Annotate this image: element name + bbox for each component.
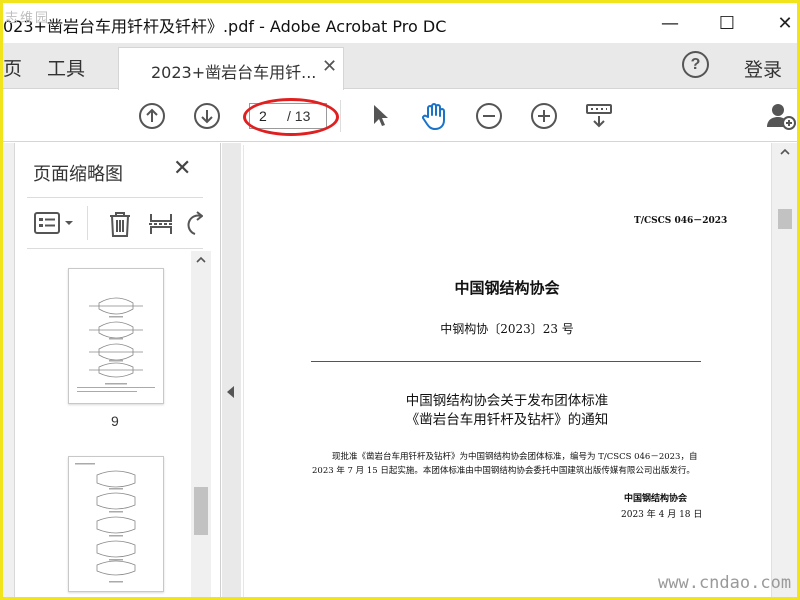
rotate-page-icon[interactable]	[187, 210, 204, 243]
left-strip	[3, 143, 15, 597]
tab-tools[interactable]: 工具	[47, 54, 85, 81]
organization-name: 中国钢结构协会	[454, 279, 560, 297]
thumbnail-scrollbar[interactable]	[191, 251, 211, 597]
page-thumbnail[interactable]	[68, 268, 164, 404]
scroll-up-icon[interactable]	[195, 255, 207, 265]
toolbar: / 13	[3, 90, 797, 142]
thumbnail-options-icon[interactable]	[33, 210, 77, 241]
toolbar-divider	[340, 100, 341, 132]
title-bar: 023+凿岩台车用钎杆及钎杆》.pdf - Adobe Acrobat Pro …	[3, 3, 797, 43]
delete-page-icon[interactable]	[107, 210, 133, 243]
panel-title: 页面缩略图	[33, 164, 123, 184]
minimize-button[interactable]: —	[647, 3, 693, 43]
select-cursor-icon[interactable]	[365, 101, 395, 131]
watermark-top: 志维园	[5, 11, 51, 26]
hand-tool-icon[interactable]	[419, 101, 449, 131]
thumbnail-scroll-thumb[interactable]	[194, 487, 208, 535]
extract-page-icon[interactable]	[147, 210, 175, 243]
panel-close-button[interactable]: ✕	[173, 155, 191, 181]
pdf-page: T/CSCS 046－2023 中国钢结构协会 中钢构协〔2023〕23 号 中…	[243, 145, 769, 597]
panel-tools-divider	[87, 206, 88, 240]
thumbnail-label: 9	[111, 413, 119, 429]
notice-signature: 中国钢结构协会	[624, 494, 688, 504]
zoom-in-icon[interactable]	[529, 101, 559, 131]
notice-body-line2: 2023 年 7 月 15 日起实施。本团体标准由中国钢结构协会委托中国建筑出版…	[312, 466, 695, 476]
tab-document[interactable]: 2023+凿岩台车用钎... ✕	[118, 47, 344, 90]
tab-bar: 页 工具 2023+凿岩台车用钎... ✕ ? 登录	[3, 43, 797, 90]
help-icon[interactable]: ?	[682, 51, 709, 78]
highlight-ellipse	[243, 98, 339, 136]
add-user-icon[interactable]	[766, 101, 796, 131]
site-watermark: www.cndao.com	[658, 573, 792, 593]
standard-code: T/CSCS 046－2023	[634, 216, 728, 226]
notice-heading-line1: 中国钢结构协会关于发布团体标准	[405, 393, 609, 409]
page-thumbnail[interactable]	[68, 456, 164, 592]
maximize-button[interactable]: ☐	[704, 3, 750, 43]
tab-home[interactable]: 页	[3, 54, 22, 81]
previous-page-icon[interactable]	[137, 101, 167, 131]
page-display-icon[interactable]	[584, 101, 614, 131]
panel-toolbar	[27, 197, 204, 249]
document-number: 中钢构协〔2023〕23 号	[440, 322, 574, 336]
thumbnail-panel: 页面缩略图 ✕ 9	[3, 143, 221, 597]
tab-close-button[interactable]: ✕	[322, 56, 337, 77]
tab-document-label: 2023+凿岩台车用钎...	[151, 63, 317, 82]
panel-collapse-bar[interactable]	[222, 143, 241, 597]
notice-date: 2023 年 4 月 18 日	[621, 510, 703, 520]
close-window-button[interactable]: ✕	[762, 3, 797, 43]
doc-scroll-up-icon[interactable]	[779, 147, 791, 157]
notice-body-line1: 现批准《凿岩台车用钎杆及钻杆》为中国钢结构协会团体标准，编号为 T/CSCS 0…	[332, 452, 698, 462]
document-scrollbar[interactable]	[771, 143, 797, 597]
window-title: 023+凿岩台车用钎杆及钎杆》.pdf - Adobe Acrobat Pro …	[3, 17, 447, 36]
collapse-panel-icon[interactable]	[227, 386, 234, 398]
thumbnail-list: 9	[15, 251, 191, 597]
app-window: 023+凿岩台车用钎杆及钎杆》.pdf - Adobe Acrobat Pro …	[0, 0, 800, 600]
next-page-icon[interactable]	[192, 101, 222, 131]
heading-rule	[311, 361, 701, 362]
login-button[interactable]: 登录	[744, 55, 782, 82]
document-view: T/CSCS 046－2023 中国钢结构协会 中钢构协〔2023〕23 号 中…	[241, 143, 771, 597]
notice-heading-line2: 《凿岩台车用钎杆及钻杆》的通知	[405, 412, 609, 428]
zoom-out-icon[interactable]	[474, 101, 504, 131]
document-scroll-thumb[interactable]	[778, 209, 792, 229]
